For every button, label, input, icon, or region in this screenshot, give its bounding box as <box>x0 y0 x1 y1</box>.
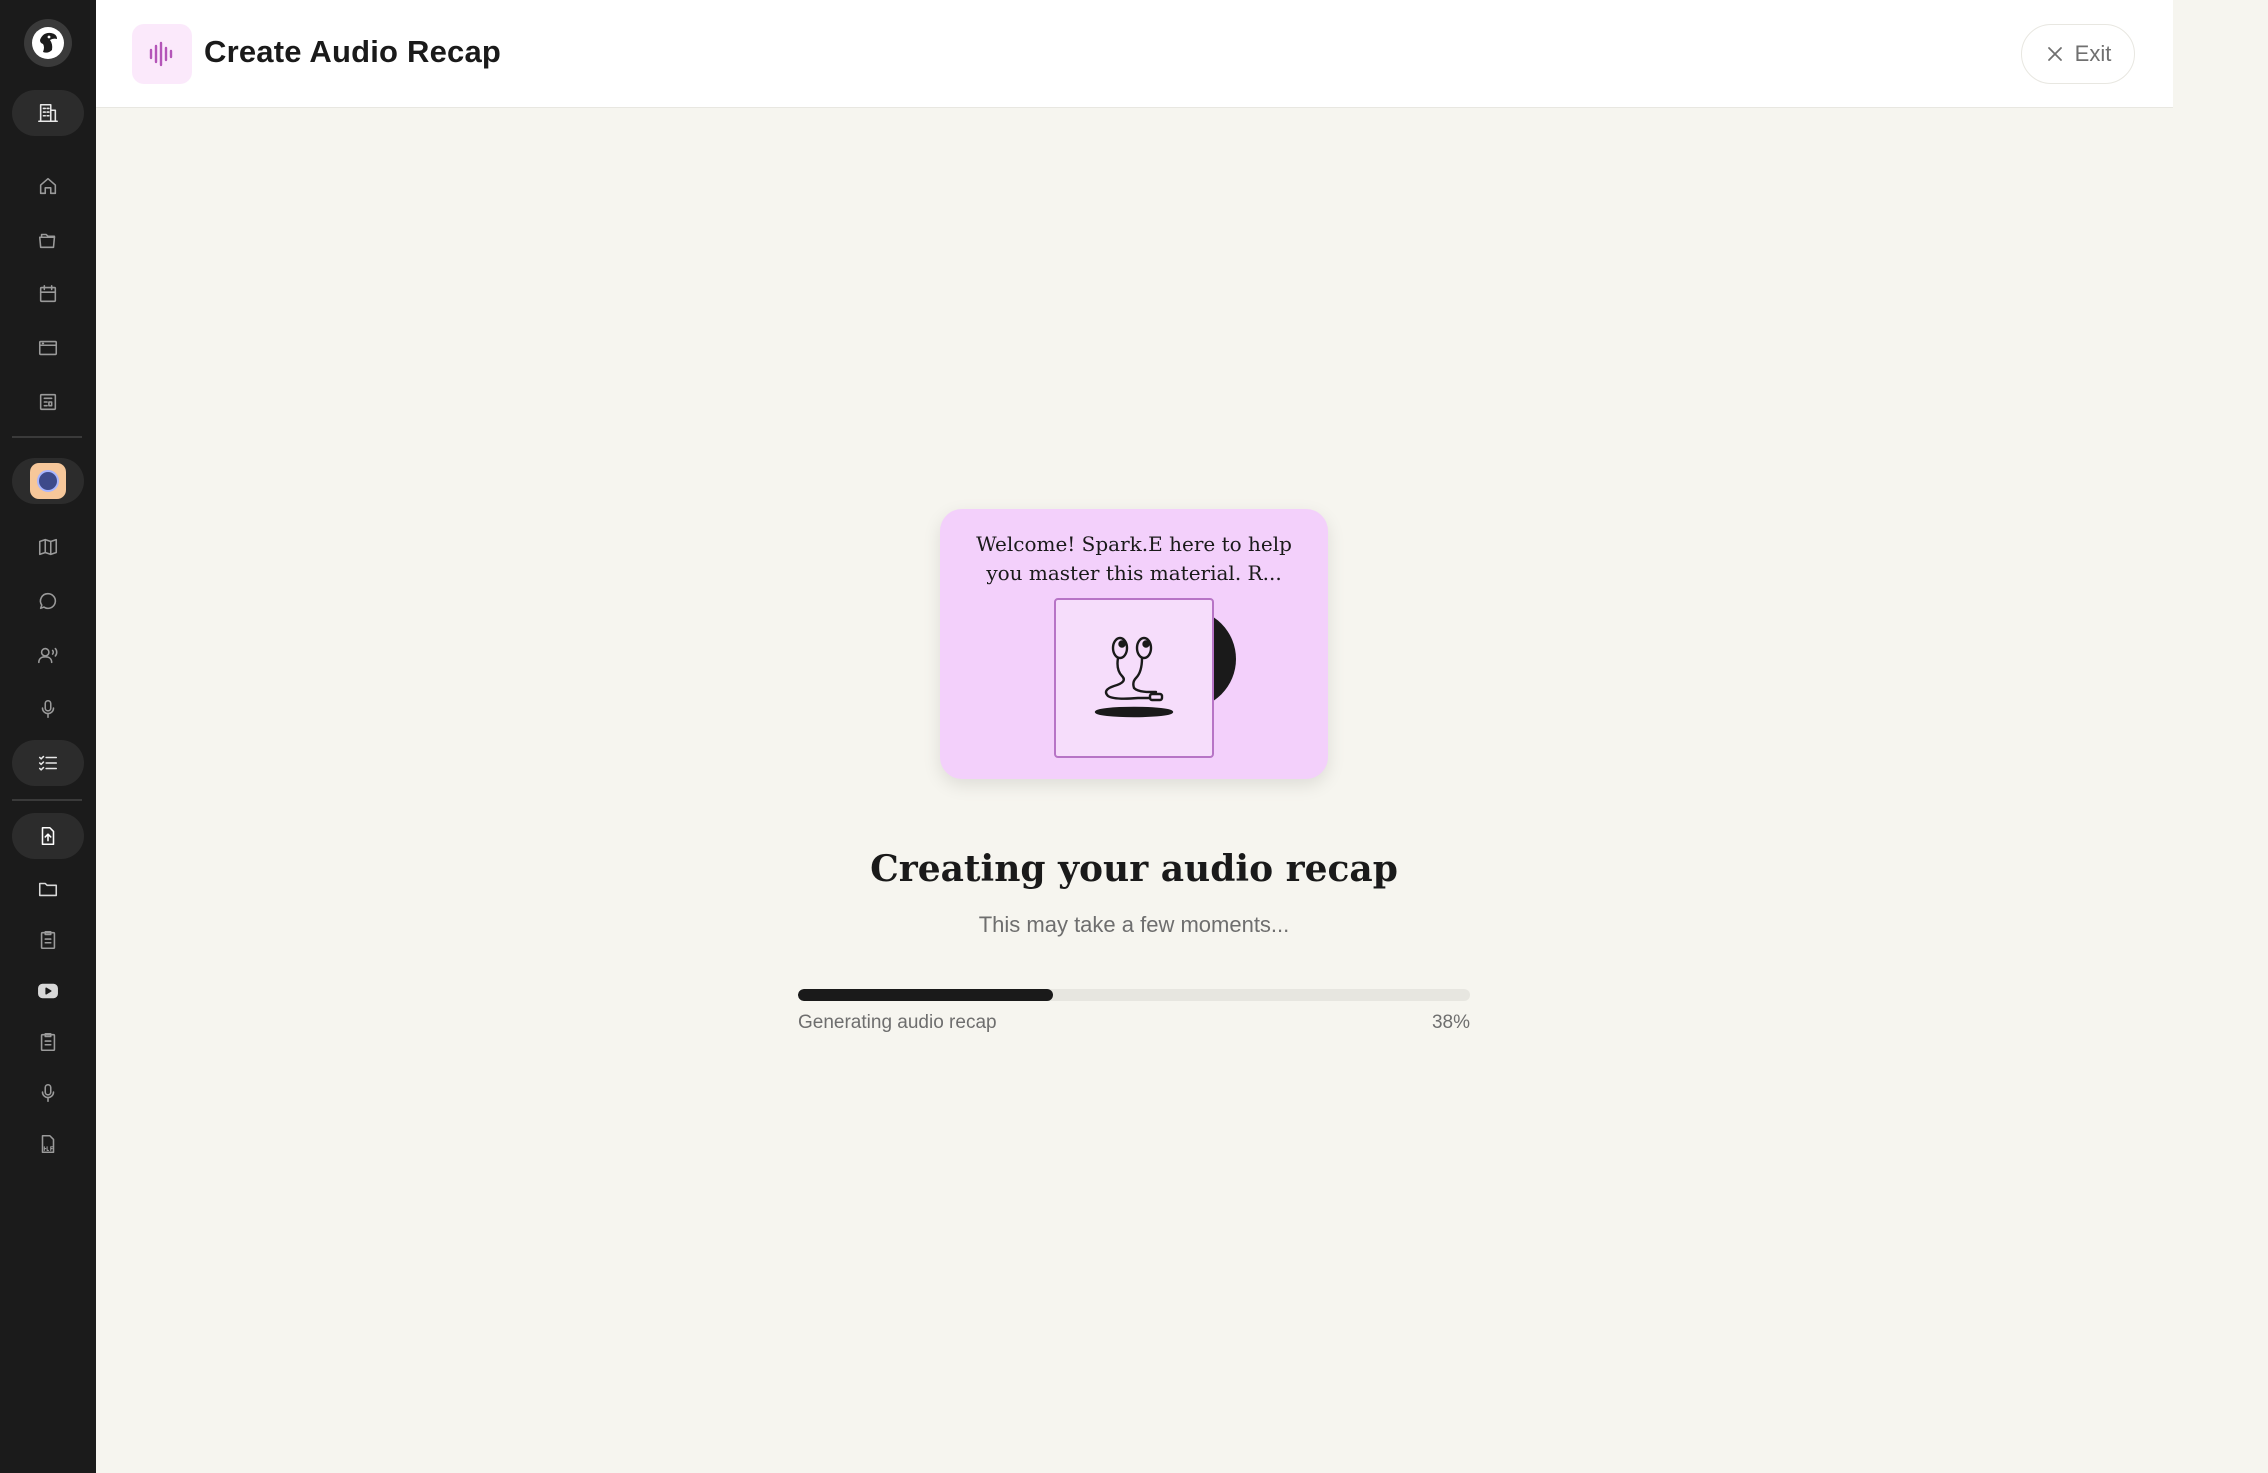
sidebar <box>0 0 96 1473</box>
sidebar-item-audio[interactable] <box>12 1070 84 1116</box>
sidebar-item-upload[interactable] <box>12 813 84 859</box>
voice-user-icon <box>38 647 58 664</box>
progress-bar-fill <box>798 989 1054 1001</box>
building-icon <box>38 103 58 123</box>
progress-bar <box>798 989 1470 1001</box>
clipboard-icon <box>40 1032 56 1052</box>
logo-icon <box>32 27 64 59</box>
close-icon <box>2047 47 2062 61</box>
exit-label: Exit <box>2074 41 2112 66</box>
sidebar-divider <box>12 436 82 438</box>
folders-icon <box>38 233 56 249</box>
status-subtitle: This may take a few moments... <box>978 912 1290 937</box>
exit-button[interactable]: Exit <box>2021 24 2135 84</box>
microphone-icon <box>41 1083 55 1103</box>
sidebar-item-pdf[interactable] <box>12 1121 84 1167</box>
audio-recap-preview-card: Welcome! Spark.E here to help you master… <box>940 509 1328 779</box>
app-logo[interactable] <box>24 19 72 67</box>
earbuds-icon <box>1094 636 1174 718</box>
home-icon <box>39 177 57 195</box>
document-icon <box>40 930 56 950</box>
album-cover <box>1054 598 1214 758</box>
sidebar-item-youtube[interactable] <box>12 968 84 1014</box>
microphone-icon <box>41 699 55 719</box>
checklist-icon <box>38 755 58 771</box>
sidebar-item-organization[interactable] <box>12 90 84 136</box>
sidebar-item-library[interactable] <box>12 379 84 425</box>
map-icon <box>38 538 58 556</box>
page-header: Create Audio Recap Exit <box>96 0 2173 108</box>
progress-label: Generating audio recap <box>798 1012 997 1033</box>
progress-percent: 38% <box>1431 1012 1470 1033</box>
soundwave-icon <box>149 41 173 67</box>
chat-icon <box>39 592 57 610</box>
avatar <box>30 463 66 499</box>
preview-text: Welcome! Spark.E here to help you master… <box>976 532 1292 585</box>
youtube-icon <box>38 983 58 999</box>
sidebar-item-calendar[interactable] <box>12 271 84 317</box>
sidebar-item-chat[interactable] <box>12 578 84 624</box>
page-title: Create Audio Recap <box>204 34 502 69</box>
folder-icon <box>38 882 58 897</box>
sidebar-divider <box>12 799 82 801</box>
pdf-icon <box>41 1134 55 1154</box>
sidebar-item-browser[interactable] <box>12 325 84 371</box>
browser-icon <box>38 340 58 356</box>
file-upload-icon <box>41 826 55 846</box>
sidebar-item-record[interactable] <box>12 686 84 732</box>
sidebar-item-checklist[interactable] <box>12 740 84 786</box>
sidebar-item-clipboard[interactable] <box>12 1019 84 1065</box>
sidebar-item-materials[interactable] <box>12 217 84 263</box>
sidebar-item-voice-tutor[interactable] <box>12 632 84 678</box>
sidebar-item-home[interactable] <box>12 163 84 209</box>
status-title: Creating your audio recap <box>870 848 1398 890</box>
sidebar-item-current-set[interactable] <box>12 458 84 504</box>
sidebar-item-map[interactable] <box>12 524 84 570</box>
book-icon <box>39 393 57 411</box>
calendar-icon <box>39 284 57 303</box>
sidebar-item-folder[interactable] <box>12 866 84 912</box>
audio-recap-badge <box>132 24 192 84</box>
sidebar-item-document[interactable] <box>12 917 84 963</box>
